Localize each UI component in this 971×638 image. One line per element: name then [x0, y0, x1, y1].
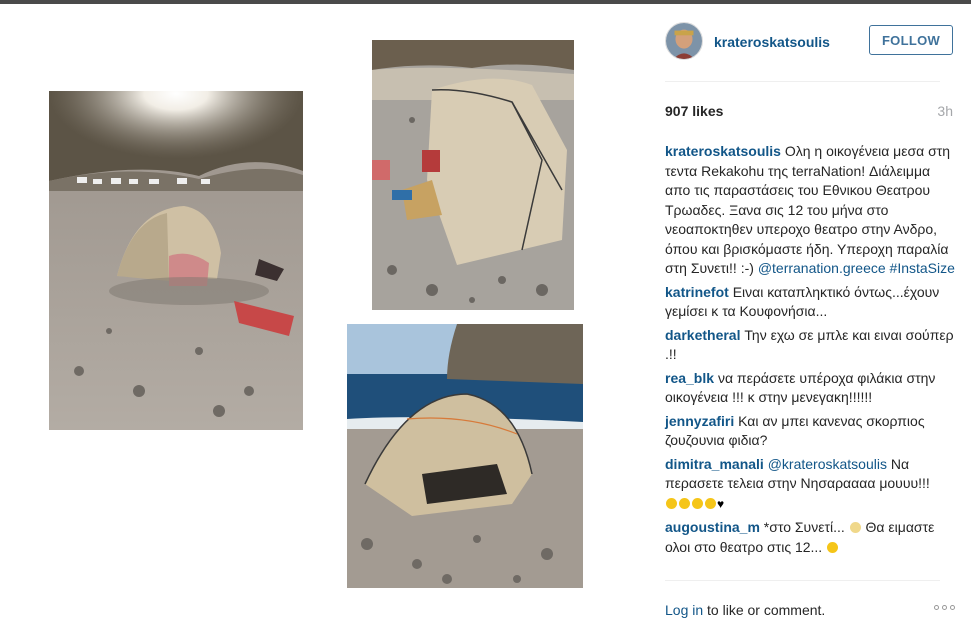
smiley-emoji-icon [679, 497, 690, 509]
comment-username[interactable]: krateroskatsoulis [665, 143, 781, 159]
caption-hashtag[interactable]: #InstaSize [890, 260, 955, 276]
post-photo[interactable] [0, 4, 640, 638]
comment-username[interactable]: jennyzafiri [665, 413, 734, 429]
collage-photo-tent-closeup [372, 40, 574, 310]
list-item: katrinefot Ειναι καταπληκτικό όντως...έχ… [665, 283, 955, 322]
comment-username[interactable]: darketheral [665, 327, 740, 343]
comment-mention[interactable]: @krateroskatsoulis [768, 456, 887, 472]
dot [950, 605, 955, 610]
login-prompt: Log in to like or comment. [665, 602, 825, 618]
smiley-emoji-icon [666, 497, 677, 509]
post-footer: Log in to like or comment. [665, 602, 955, 622]
likes-count[interactable]: 907 likes [665, 103, 723, 119]
comment-username[interactable]: katrinefot [665, 284, 729, 300]
login-prompt-text: to like or comment. [707, 602, 826, 618]
list-item: dimitra_manali @krateroskatsoulis Να περ… [665, 455, 955, 515]
login-link[interactable]: Log in [665, 602, 703, 618]
list-item: jennyzafiri Και αν μπει κανενας σκορπιος… [665, 412, 955, 451]
comment-username[interactable]: augoustina_m [665, 519, 760, 535]
smiley-emoji-icon [705, 497, 716, 509]
black-heart-icon: ♥ [717, 496, 725, 511]
caption-mention[interactable]: @terranation.greece [758, 260, 886, 276]
list-item: augoustina_m *στο Συνετί... Θα ειμαστε ο… [665, 518, 955, 557]
post-frame: krateroskatsoulis FOLLOW 907 likes 3h kr… [0, 4, 971, 638]
smiley-emoji-icon [849, 522, 861, 533]
list-item: rea_blk να περάσετε υπέροχα φιλάκια στην… [665, 369, 955, 408]
likes-row: 907 likes 3h [665, 103, 953, 123]
collage-photo-sunset-beach [49, 91, 303, 430]
post-time[interactable]: 3h [937, 103, 953, 119]
comment-username[interactable]: rea_blk [665, 370, 714, 386]
list-item: darketheral Την εχω σε μπλε και ειναι σο… [665, 326, 955, 365]
caption: krateroskatsoulis Ολη η οικογένεια μεσα … [665, 142, 955, 279]
avatar[interactable] [665, 22, 703, 60]
follow-button[interactable]: FOLLOW [869, 25, 953, 55]
caption-text: Ολη η οικογένεια μεσα στη τεντα Rekakohu… [665, 143, 951, 276]
dot [934, 605, 939, 610]
dot [942, 605, 947, 610]
header-divider [665, 81, 940, 82]
post-sidebar: krateroskatsoulis FOLLOW 907 likes 3h kr… [640, 4, 971, 638]
smiley-emoji-icon [692, 497, 703, 509]
footer-divider [665, 580, 940, 581]
comment-username[interactable]: dimitra_manali [665, 456, 764, 472]
comments-list: krateroskatsoulis Ολη η οικογένεια μεσα … [665, 142, 955, 561]
post-username[interactable]: krateroskatsoulis [714, 34, 830, 50]
collage-photo-tent-seaside [347, 324, 583, 588]
more-options-icon[interactable] [934, 605, 955, 610]
smiley-emoji-icon [827, 541, 839, 553]
post-header: krateroskatsoulis FOLLOW [665, 22, 953, 62]
comment-text: *στο Συνετί... [763, 519, 845, 535]
